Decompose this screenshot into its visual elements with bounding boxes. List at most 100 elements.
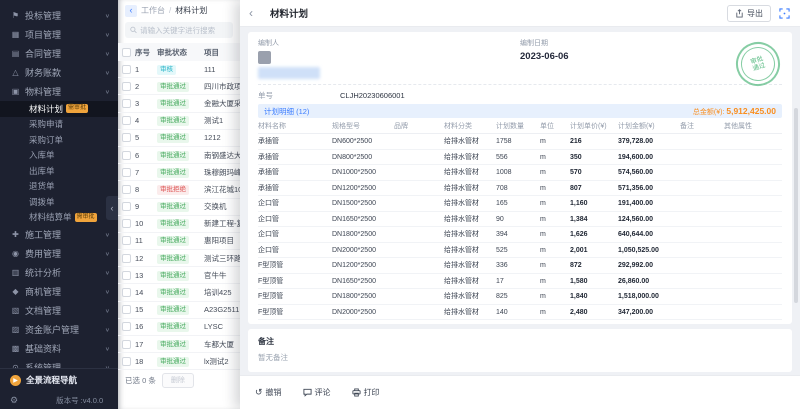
- row-checkbox[interactable]: [122, 322, 131, 331]
- remark-value: 暂无备注: [258, 352, 782, 363]
- materials-cell: 194,600.00: [618, 150, 680, 166]
- table-row[interactable]: 11审批通过惠阳项目: [118, 233, 240, 250]
- materials-cell: 347,200.00: [618, 305, 680, 321]
- table-row[interactable]: 14审批通过培训425: [118, 284, 240, 301]
- collapse-chevron-icon: ‹: [111, 203, 114, 213]
- search-input[interactable]: [140, 26, 228, 35]
- row-checkbox[interactable]: [122, 65, 131, 74]
- materials-cell: 26,860.00: [618, 274, 680, 290]
- row-checkbox[interactable]: [122, 219, 131, 228]
- materials-cell: m: [540, 305, 570, 321]
- sidebar-item-purchase-order[interactable]: 采购订单: [0, 132, 118, 148]
- table-row[interactable]: 16审批通过LYSC: [118, 319, 240, 336]
- table-row[interactable]: 13审批通过官牛牛: [118, 267, 240, 284]
- row-checkbox[interactable]: [122, 254, 131, 263]
- breadcrumb-workbench[interactable]: 工作台: [141, 5, 165, 16]
- sidebar-item-system[interactable]: ⊙系统管理∨: [0, 358, 118, 368]
- row-checkbox[interactable]: [122, 202, 131, 211]
- status-badge: 审批通过: [157, 305, 189, 315]
- sidebar-item-label: 退货单: [29, 180, 55, 192]
- table-row[interactable]: 12审批通过测试三环路: [118, 250, 240, 267]
- print-button[interactable]: 打印: [352, 387, 380, 398]
- sidebar-item-contract[interactable]: ▤合同管理∨: [0, 44, 118, 63]
- sidebar-item-document[interactable]: ▧文档管理∨: [0, 301, 118, 320]
- row-checkbox[interactable]: [122, 116, 131, 125]
- materials-cell: DN2000*2500: [332, 305, 394, 321]
- sidebar-item-expense[interactable]: ◉费用管理∨: [0, 244, 118, 263]
- row-checkbox[interactable]: [122, 305, 131, 314]
- sidebar-item-outbound-order[interactable]: 出库单: [0, 163, 118, 179]
- row-checkbox[interactable]: [122, 357, 131, 366]
- row-checkbox[interactable]: [122, 151, 131, 160]
- sidebar-item-statistics[interactable]: ▥统计分析∨: [0, 263, 118, 282]
- table-row[interactable]: 2审批通过四川市政项: [118, 78, 240, 95]
- drawer-back-icon[interactable]: ‹: [249, 7, 253, 19]
- panorama-nav-button[interactable]: ▶ 全景流程导航: [0, 369, 118, 391]
- sidebar-item-funds[interactable]: ▨资金账户管理∨: [0, 320, 118, 339]
- print-icon: [352, 388, 361, 397]
- table-row[interactable]: 8审批拒绝滨江花城10: [118, 181, 240, 198]
- row-checkbox[interactable]: [122, 236, 131, 245]
- materials-cell: DN1000*2500: [332, 165, 394, 181]
- row-checkbox[interactable]: [122, 271, 131, 280]
- table-row[interactable]: 4审批通过测试1: [118, 113, 240, 130]
- sidebar-item-finance[interactable]: △财务账款∨: [0, 63, 118, 82]
- comment-button[interactable]: 评论: [303, 387, 331, 398]
- drawer-scrollbar[interactable]: [794, 108, 798, 303]
- table-row[interactable]: 18审批通过lx测试2: [118, 353, 240, 370]
- materials-cell: 191,400.00: [618, 196, 680, 212]
- back-button[interactable]: ‹: [125, 5, 137, 17]
- status-badge: 审批通过: [157, 340, 189, 350]
- table-row[interactable]: 6审批通过南钢盛达大: [118, 147, 240, 164]
- row-checkbox-cell: [118, 236, 135, 245]
- row-checkbox[interactable]: [122, 168, 131, 177]
- chevron-down-icon: ∨: [105, 12, 110, 18]
- table-row[interactable]: 17审批通过车都大厦: [118, 336, 240, 353]
- sidebar-item-purchase-request[interactable]: 采购申请: [0, 117, 118, 133]
- export-button[interactable]: 导出: [727, 5, 771, 22]
- row-checkbox-cell: [118, 185, 135, 194]
- sidebar-item-bid[interactable]: ⚑投标管理∨: [0, 6, 118, 25]
- row-number: 14: [135, 288, 157, 297]
- table-row[interactable]: 1审核111: [118, 61, 240, 78]
- sidebar-item-business[interactable]: ◆商机管理∨: [0, 282, 118, 301]
- status-cell: 审批通过: [157, 132, 204, 143]
- table-row[interactable]: 9审批通过交换机: [118, 199, 240, 216]
- row-checkbox[interactable]: [122, 340, 131, 349]
- row-checkbox[interactable]: [122, 99, 131, 108]
- table-row[interactable]: 3审批通过金融大厦采: [118, 95, 240, 112]
- table-row[interactable]: 7审批通过珠穆朗玛峰: [118, 164, 240, 181]
- sidebar-item-transfer-order[interactable]: 调拨单: [0, 194, 118, 210]
- row-checkbox[interactable]: [122, 185, 131, 194]
- creator-name-redacted: [258, 67, 320, 79]
- sidebar-collapse-handle[interactable]: ‹: [106, 196, 118, 220]
- materials-cell: 1,580: [570, 274, 618, 290]
- table-row[interactable]: 15审批通过A23G2511: [118, 302, 240, 319]
- undo-button[interactable]: ↺ 撤销: [255, 387, 282, 398]
- sidebar-item-material-settlement[interactable]: 材料结算单需审批: [0, 210, 118, 226]
- gear-icon[interactable]: ⚙: [10, 395, 18, 406]
- materials-cell: [394, 212, 444, 228]
- status-badge: 审批通过: [157, 357, 189, 367]
- project-name: 1212: [204, 133, 240, 142]
- sidebar-item-material[interactable]: ▣物料管理∨: [0, 82, 118, 101]
- sidebar-item-base-data[interactable]: ▩基础资料∨: [0, 339, 118, 358]
- row-checkbox[interactable]: [122, 82, 131, 91]
- select-all-checkbox[interactable]: [122, 48, 131, 57]
- fullscreen-button[interactable]: [779, 8, 790, 19]
- materials-cell: 336: [496, 258, 540, 274]
- row-checkbox[interactable]: [122, 133, 131, 142]
- table-row[interactable]: 5审批通过1212: [118, 130, 240, 147]
- row-checkbox[interactable]: [122, 288, 131, 297]
- drawer-footer: ↺ 撤销 评论 打印: [240, 375, 800, 409]
- status-cell: 审批通过: [157, 235, 204, 246]
- table-row[interactable]: 10审批通过新建工程-复: [118, 216, 240, 233]
- sidebar-item-project[interactable]: ▦项目管理∨: [0, 25, 118, 44]
- row-number: 9: [135, 202, 157, 211]
- sidebar-item-construction[interactable]: ✚施工管理∨: [0, 225, 118, 244]
- delete-button[interactable]: 删除: [162, 373, 194, 388]
- sidebar-item-material-plan[interactable]: 材料计划需审批: [0, 101, 118, 117]
- sidebar-item-return-order[interactable]: 退货单: [0, 179, 118, 195]
- sidebar-item-inbound-order[interactable]: 入库单: [0, 148, 118, 164]
- status-badge: 审批通过: [157, 236, 189, 246]
